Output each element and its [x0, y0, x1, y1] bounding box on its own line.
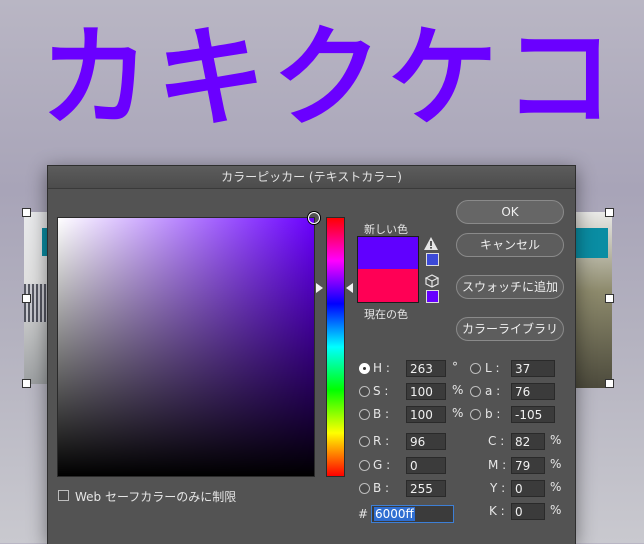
saturation-label: S :: [373, 384, 389, 398]
saturation-brightness-field[interactable]: [57, 212, 320, 477]
radio-hue[interactable]: [359, 363, 370, 374]
black-label: K :: [489, 504, 505, 518]
yellow-unit: %: [550, 480, 562, 494]
lightness-input[interactable]: 37: [511, 360, 555, 377]
brightness-input[interactable]: 100: [406, 406, 446, 423]
radio-blue[interactable]: [359, 483, 370, 494]
color-field-cursor[interactable]: [308, 212, 320, 224]
lightness-label: L :: [485, 361, 500, 375]
transform-handle[interactable]: [605, 379, 614, 388]
canvas-heading-text: カキクケコ: [40, 14, 620, 142]
black-input[interactable]: 0: [511, 503, 545, 520]
web-safe-cube-icon: [425, 274, 439, 288]
web-safe-label: Web セーフカラーのみに制限: [75, 490, 237, 504]
cyan-unit: %: [550, 433, 562, 447]
yellow-label: Y :: [490, 481, 506, 495]
transform-handle[interactable]: [22, 294, 31, 303]
yellow-input[interactable]: 0: [511, 480, 545, 497]
blue-input[interactable]: 255: [406, 480, 446, 497]
black-unit: %: [550, 503, 562, 517]
cyan-label: C :: [488, 434, 505, 448]
magenta-label: M :: [488, 458, 507, 472]
magenta-unit: %: [550, 457, 562, 471]
canvas-teal-block: [572, 228, 608, 258]
radio-lightness[interactable]: [470, 363, 481, 374]
transform-handle[interactable]: [605, 208, 614, 217]
hex-label: #: [358, 507, 369, 521]
hue-label: H :: [373, 361, 390, 375]
new-color-swatch: [357, 236, 419, 270]
radio-red[interactable]: [359, 436, 370, 447]
blue-label: B :: [373, 481, 390, 495]
hue-unit: °: [452, 360, 458, 374]
saturation-input[interactable]: 100: [406, 383, 446, 400]
web-safe-color-swatch[interactable]: [426, 290, 439, 303]
dialog-title: カラーピッカー (テキストカラー): [48, 166, 575, 189]
b-channel-input[interactable]: -105: [511, 406, 555, 423]
gamut-correction-swatch[interactable]: [426, 253, 439, 266]
radio-green[interactable]: [359, 460, 370, 471]
cyan-input[interactable]: 82: [511, 433, 545, 450]
green-label: G :: [373, 458, 391, 472]
hex-value-selected: 6000ff: [374, 507, 415, 521]
current-color-label: 現在の色: [364, 308, 408, 321]
color-libraries-button[interactable]: カラーライブラリ: [456, 317, 564, 341]
radio-brightness[interactable]: [359, 409, 370, 420]
ok-button[interactable]: OK: [456, 200, 564, 224]
hue-slider[interactable]: [326, 217, 345, 477]
red-input[interactable]: 96: [406, 433, 446, 450]
saturation-unit: %: [452, 383, 464, 397]
radio-a-channel[interactable]: [470, 386, 481, 397]
new-color-label: 新しい色: [364, 223, 408, 236]
a-channel-label: a :: [485, 384, 501, 398]
color-picker-dialog: カラーピッカー (テキストカラー) 新しい色 現在の色 OK キャンセル スウォ…: [47, 165, 576, 544]
transform-handle[interactable]: [605, 294, 614, 303]
add-to-swatches-button[interactable]: スウォッチに追加: [456, 275, 564, 299]
b-channel-label: b :: [485, 407, 501, 421]
magenta-input[interactable]: 79: [511, 457, 545, 474]
hue-slider-arrow-right[interactable]: [346, 283, 353, 293]
web-safe-checkbox[interactable]: [58, 490, 69, 501]
hue-input[interactable]: 263: [406, 360, 446, 377]
gamut-warning-icon: [424, 237, 438, 250]
green-input[interactable]: 0: [406, 457, 446, 474]
hex-input[interactable]: 6000ff: [371, 505, 454, 523]
transform-handle[interactable]: [22, 208, 31, 217]
brightness-unit: %: [452, 406, 464, 420]
hue-slider-arrow-left[interactable]: [316, 283, 323, 293]
radio-b-channel[interactable]: [470, 409, 481, 420]
red-label: R :: [373, 434, 390, 448]
radio-saturation[interactable]: [359, 386, 370, 397]
a-channel-input[interactable]: 76: [511, 383, 555, 400]
transform-handle[interactable]: [22, 379, 31, 388]
current-color-swatch[interactable]: [357, 269, 419, 303]
cancel-button[interactable]: キャンセル: [456, 233, 564, 257]
brightness-label: B :: [373, 407, 390, 421]
